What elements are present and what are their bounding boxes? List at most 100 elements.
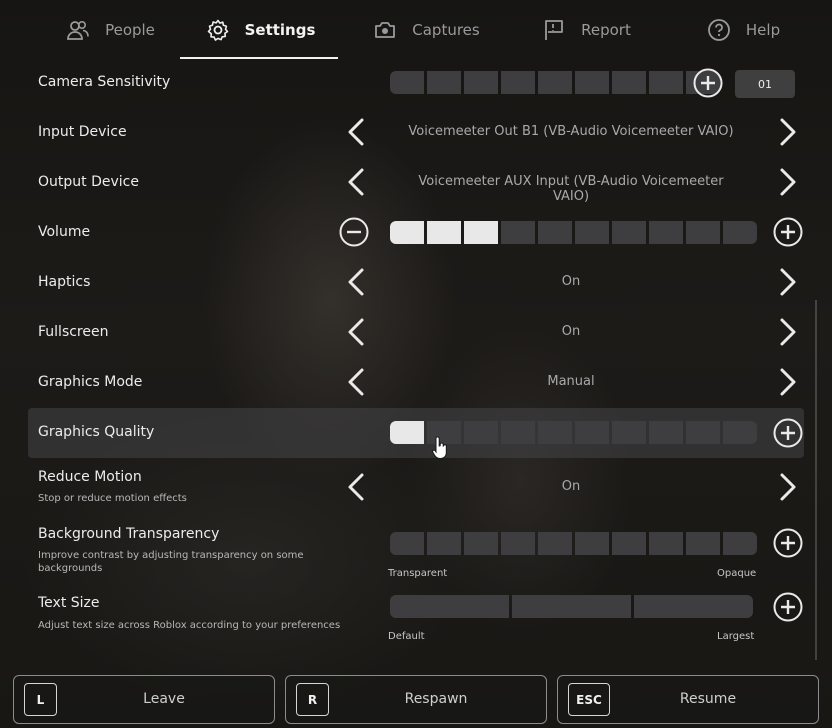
slider-segment[interactable] [501, 532, 535, 555]
slider-segment[interactable] [723, 421, 757, 444]
camera-sensitivity-slider[interactable] [390, 71, 720, 94]
tab-settings-label: Settings [244, 21, 316, 39]
slider-segment[interactable] [686, 421, 720, 444]
slider-segment[interactable] [464, 532, 498, 555]
slider-segment[interactable] [575, 421, 609, 444]
slider-segment[interactable] [390, 532, 424, 555]
chevron-left-icon [348, 268, 364, 296]
tab-captures[interactable]: Captures [356, 0, 496, 60]
slider-segment[interactable] [649, 421, 683, 444]
slider-segment[interactable] [390, 421, 424, 444]
previous-option-button[interactable] [344, 317, 368, 347]
next-option-button[interactable] [776, 472, 800, 502]
increase-button[interactable] [773, 418, 803, 448]
setting-label: Graphics Mode [38, 374, 143, 390]
slider-segment[interactable] [501, 71, 535, 94]
slider-min-label: Transparent [388, 568, 448, 579]
previous-option-button[interactable] [344, 167, 368, 197]
setting-text-size: Text Size Adjust text size across Roblox… [28, 588, 804, 654]
setting-label: Haptics [38, 274, 91, 290]
setting-label: Volume [38, 224, 91, 240]
slider-segment[interactable] [464, 71, 498, 94]
slider-segment[interactable] [427, 532, 461, 555]
next-option-button[interactable] [776, 117, 800, 147]
slider-segment[interactable] [501, 221, 535, 244]
plus-icon [693, 68, 723, 98]
tab-report[interactable]: Report [516, 0, 656, 60]
slider-segment[interactable] [390, 71, 424, 94]
keybind-badge: R [296, 683, 329, 716]
slider-segment[interactable] [501, 421, 535, 444]
text-size-slider[interactable] [390, 595, 753, 618]
chevron-right-icon [780, 268, 796, 296]
setting-fullscreen: Fullscreen On [28, 310, 804, 354]
slider-segment[interactable] [612, 71, 646, 94]
slider-segment[interactable] [538, 532, 572, 555]
slider-segment[interactable] [686, 532, 720, 555]
next-option-button[interactable] [776, 167, 800, 197]
gear-icon [205, 17, 231, 43]
slider-segment[interactable] [427, 221, 461, 244]
slider-segment[interactable] [538, 71, 572, 94]
previous-option-button[interactable] [344, 472, 368, 502]
leave-button[interactable]: L Leave [13, 675, 275, 724]
tab-bar: People Settings Captures Report Help [0, 0, 832, 60]
camera-sensitivity-value[interactable]: 01 [735, 70, 795, 98]
slider-segment[interactable] [427, 71, 461, 94]
slider-segment[interactable] [575, 532, 609, 555]
increase-button[interactable] [773, 217, 803, 247]
resume-button-label: Resume [679, 691, 737, 707]
setting-value: Voicemeeter Out B1 (VB-Audio Voicemeeter… [408, 124, 734, 139]
chevron-right-icon [780, 118, 796, 146]
slider-segment[interactable] [649, 221, 683, 244]
slider-segment[interactable] [612, 532, 646, 555]
slider-segment[interactable] [649, 532, 683, 555]
slider-segment[interactable] [390, 221, 424, 244]
chevron-left-icon [348, 473, 364, 501]
slider-segment[interactable] [390, 595, 509, 618]
background-transparency-slider[interactable] [390, 532, 757, 555]
setting-camera-sensitivity: Camera Sensitivity 01 [28, 64, 804, 104]
help-icon [706, 17, 732, 43]
scrollbar[interactable] [815, 300, 817, 660]
slider-segment[interactable] [512, 595, 631, 618]
respawn-button[interactable]: R Respawn [285, 675, 547, 724]
slider-segment[interactable] [464, 421, 498, 444]
setting-label: Reduce Motion [38, 469, 142, 485]
slider-segment[interactable] [538, 221, 572, 244]
previous-option-button[interactable] [344, 267, 368, 297]
slider-segment[interactable] [575, 221, 609, 244]
slider-segment[interactable] [686, 221, 720, 244]
tab-settings[interactable]: Settings [192, 0, 328, 60]
setting-value: Voicemeeter AUX Input (VB-Audio Voicemee… [418, 174, 724, 204]
tab-help-label: Help [745, 21, 781, 39]
next-option-button[interactable] [776, 367, 800, 397]
setting-background-transparency: Background Transparency Improve contrast… [28, 518, 804, 584]
slider-segment[interactable] [723, 221, 757, 244]
setting-label: Output Device [38, 174, 139, 190]
slider-segment[interactable] [575, 71, 609, 94]
resume-button[interactable]: ESC Resume [557, 675, 819, 724]
slider-segment[interactable] [612, 221, 646, 244]
next-option-button[interactable] [776, 267, 800, 297]
slider-segment[interactable] [538, 421, 572, 444]
slider-segment[interactable] [649, 71, 683, 94]
tab-help[interactable]: Help [688, 0, 798, 60]
increase-button[interactable] [693, 68, 723, 98]
slider-segment[interactable] [723, 532, 757, 555]
chevron-right-icon [780, 318, 796, 346]
slider-min-label: Default [388, 631, 425, 642]
next-option-button[interactable] [776, 317, 800, 347]
previous-option-button[interactable] [344, 117, 368, 147]
slider-segment[interactable] [464, 221, 498, 244]
slider-segment[interactable] [634, 595, 753, 618]
volume-slider[interactable] [390, 221, 757, 244]
slider-segment[interactable] [612, 421, 646, 444]
plus-icon [773, 592, 803, 622]
decrease-button[interactable] [339, 217, 369, 247]
increase-button[interactable] [773, 592, 803, 622]
previous-option-button[interactable] [344, 367, 368, 397]
increase-button[interactable] [773, 528, 803, 558]
hand-cursor-icon [432, 436, 448, 460]
tab-people[interactable]: People [40, 0, 180, 60]
